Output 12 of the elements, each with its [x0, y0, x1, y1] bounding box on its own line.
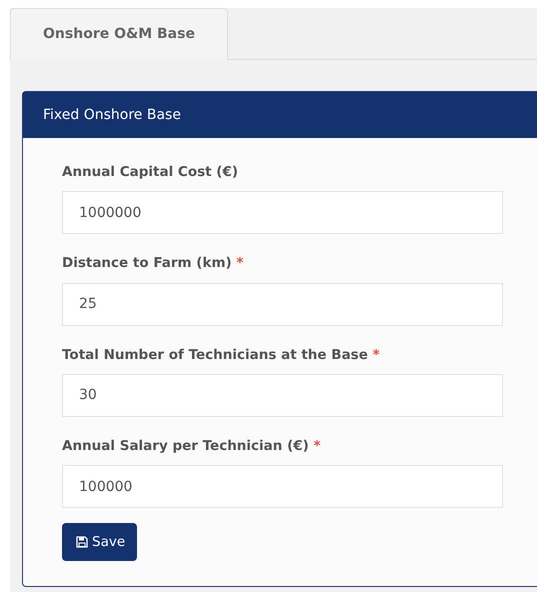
panel-header: Fixed Onshore Base — [23, 92, 537, 138]
save-icon — [76, 536, 88, 548]
input-field[interactable]: 100000 — [62, 465, 503, 508]
field-label: Annual Salary per Technician (€) * — [62, 436, 322, 456]
input-field[interactable]: 1000000 — [62, 191, 503, 234]
field-label: Distance to Farm (km) * — [62, 254, 244, 274]
field-label: Total Number of Technicians at the Base * — [62, 346, 381, 364]
input-field[interactable]: 30 — [62, 374, 503, 417]
field-label: Annual Capital Cost (€) — [62, 163, 240, 182]
input-field[interactable]: 25 — [62, 282, 503, 326]
tab[interactable]: Onshore O&M Base — [10, 8, 228, 60]
save-button[interactable]: Save — [62, 523, 138, 561]
